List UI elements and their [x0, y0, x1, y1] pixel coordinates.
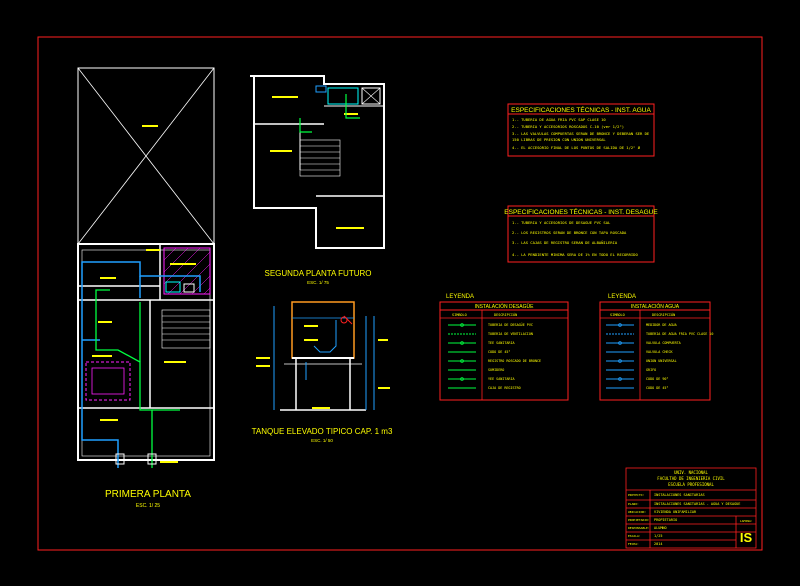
- title-block-lamina-label: LAMINA:: [740, 519, 753, 523]
- title-block-escala-label: ESCALA:: [628, 534, 641, 538]
- leyenda-desague-col-desc: DESCRIPCIÓN: [494, 312, 517, 317]
- legend-description: REGISTRO ROSCADO DE BRONCE: [488, 359, 541, 363]
- spec-desague-line: 2.- LOS REGISTROS SERAN DE BRONCE CON TA…: [512, 230, 627, 235]
- legend-description: CODO DE 45°: [488, 350, 510, 354]
- spec-desague-line: 4.- LA PENDIENTE MINIMA SERA DE 1% EN TO…: [512, 252, 638, 257]
- title-block-propietario: PROPIETARIO: [654, 518, 677, 522]
- legend-description: VALVULA COMPUERTA: [646, 341, 681, 345]
- spec-agua-title: ESPECIFICACIONES TÉCNICAS - INST. AGUA: [511, 105, 651, 114]
- legend-description: TUBERIA DE AGUA FRIA PVC CLASE 10: [646, 332, 713, 336]
- legend-description: UNION UNIVERSAL: [646, 359, 677, 363]
- legend-description: TUBERIA DE DESAGÜE PVC: [488, 322, 533, 327]
- primera-planta-title: PRIMERA PLANTA: [105, 489, 191, 500]
- title-block-propietario-label: PROPIETARIO:: [628, 518, 650, 522]
- legend-description: TEE SANITARIA: [488, 341, 515, 345]
- spec-agua-line: 4.- EL ACCESORIO FINAL DE LOS PUNTOS DE …: [512, 145, 641, 150]
- title-block-plano: INSTALACIONES SANITARIAS - AGUA Y DESAGU…: [654, 502, 740, 506]
- leyenda-agua-title: INSTALACIÓN AGUA: [631, 303, 680, 310]
- legend-description: VALVULA CHECK: [646, 350, 673, 354]
- title-block-proyecto-label: PROYECTO:: [628, 493, 644, 497]
- spec-agua-line: 3.- LAS VALVULAS COMPUERTAS SERAN DE BRO…: [512, 131, 650, 136]
- tanque-title: TANQUE ELEVADO TIPICO CAP. 1 m3: [252, 427, 393, 436]
- title-block-escala: 1/25: [654, 534, 662, 538]
- legend-description: GRIFO: [646, 368, 656, 372]
- leyenda-agua-col-desc: DESCRIPCIÓN: [652, 312, 675, 317]
- title-block-header2: FACULTAD DE INGENIERIA CIVIL: [657, 476, 725, 481]
- leyenda-agua-col-symbol: SIMBOLO: [610, 313, 625, 317]
- legend-description: CODO DE 45°: [646, 386, 668, 390]
- title-block-plano-label: PLANO:: [628, 502, 639, 506]
- leyenda-desague-col-symbol: SIMBOLO: [452, 313, 467, 317]
- spec-desague-line: 3.- LAS CAJAS DE REGISTRO SERAN DE ALBAÑ…: [512, 240, 618, 245]
- legend-description: CODO DE 90°: [646, 377, 668, 381]
- legend-description: SUMIDERO: [488, 368, 504, 372]
- title-block-header3: ESCUELA PROFESIONAL: [668, 482, 714, 487]
- title-block-fecha: 2014: [654, 542, 662, 546]
- spec-agua-line: 150 LIBRAS DE PRESION CON UNION UNIVERSA…: [512, 137, 606, 142]
- title-block-lamina-code: IS: [740, 530, 753, 545]
- tanque-scale: ESC. 1/ 50: [311, 438, 333, 443]
- cad-drawing-canvas: PRIMERA PLANTA ESC. 1/ 25 SEGUNDA PLANTA…: [0, 0, 800, 586]
- title-block-responsable-label: RESPONSABLE:: [628, 526, 650, 530]
- legend-description: MEDIDOR DE AGUA: [646, 323, 677, 327]
- title-block-ubicacion: VIVIENDA UNIFAMILIAR: [654, 510, 697, 514]
- legend-description: TUBERIA DE VENTILACION: [488, 332, 533, 336]
- title-block-header1: UNIV. NACIONAL: [674, 470, 708, 475]
- primera-planta-scale: ESC. 1/ 25: [136, 503, 160, 509]
- title-block-ubicacion-label: UBICACION:: [628, 510, 646, 514]
- spec-desague-title: ESPECIFICACIONES TÉCNICAS - INST. DESAGU…: [504, 207, 658, 216]
- legend-description: YEE SANITARIA: [488, 377, 515, 381]
- legend-description: CAJA DE REGISTRO: [488, 386, 521, 390]
- spec-desague-line: 1.- TUBERIA Y ACCESORIOS DE DESAGUE PVC …: [512, 220, 611, 225]
- spec-agua-line: 1.- TUBERIA DE AGUA FRIA PVC SAP CLASE 1…: [512, 117, 606, 122]
- leyenda-desague-title: INSTALACIÓN DESAGÜE: [475, 303, 534, 310]
- segunda-planta-scale: ESC. 1/ 75: [307, 280, 329, 285]
- title-block-fecha-label: FECHA:: [628, 542, 639, 546]
- segunda-planta-title: SEGUNDA PLANTA FUTURO: [265, 269, 372, 278]
- leyenda-agua-heading: LEYENDA: [608, 294, 636, 300]
- title-block-proyecto: INSTALACIONES SANITARIAS: [654, 493, 705, 497]
- title-block-responsable: ALUMNO: [654, 526, 667, 530]
- leyenda-desague-heading: LEYENDA: [446, 294, 474, 300]
- spec-agua-line: 2.- TUBERIA Y ACCESORIOS ROSCADOS C-10 (…: [512, 124, 624, 129]
